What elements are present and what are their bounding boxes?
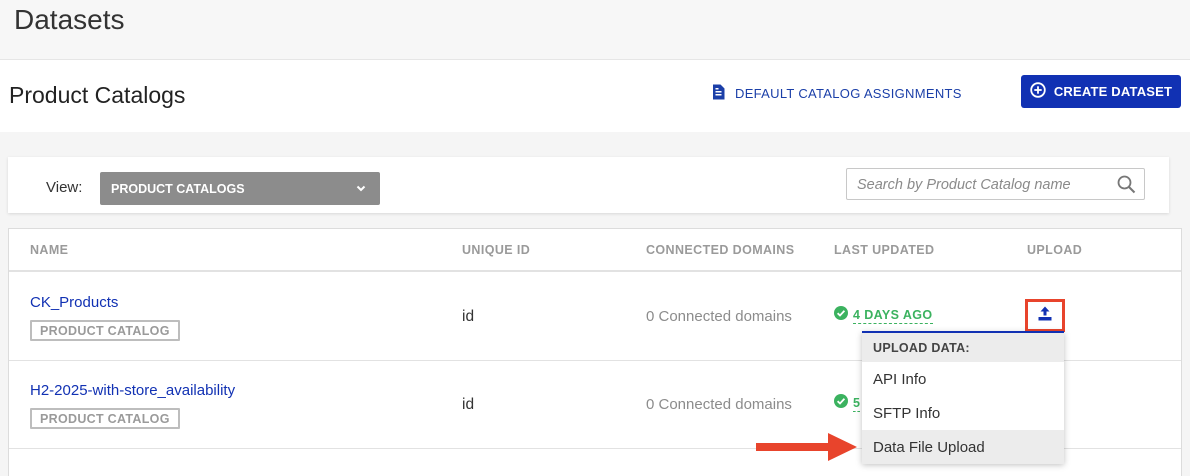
table-header: NAME UNIQUE ID CONNECTED DOMAINS LAST UP… xyxy=(9,229,1181,272)
document-icon xyxy=(712,84,725,103)
upload-data-menu: UPLOAD DATA: API Info SFTP Info Data Fil… xyxy=(862,331,1064,464)
view-label: View: xyxy=(46,179,83,196)
search-input[interactable] xyxy=(857,175,1107,195)
view-select[interactable]: PRODUCT CATALOGS xyxy=(100,172,380,205)
column-header-unique-id[interactable]: UNIQUE ID xyxy=(462,243,530,257)
last-updated-cell: 4 DAYS AGO xyxy=(834,306,933,325)
app-header: Datasets xyxy=(0,0,1190,60)
search-icon[interactable] xyxy=(1117,175,1136,199)
check-circle-icon xyxy=(834,394,848,413)
unique-id-cell: id xyxy=(462,396,475,413)
unique-id-cell: id xyxy=(462,308,475,325)
dataset-name-link[interactable]: H2-2025-with-store_availability xyxy=(30,382,235,399)
column-header-last-updated[interactable]: LAST UPDATED xyxy=(834,243,934,257)
filter-bar: View: PRODUCT CATALOGS xyxy=(8,157,1169,213)
last-updated-value[interactable]: 5 xyxy=(853,396,861,412)
dataset-type-badge: PRODUCT CATALOG xyxy=(30,320,180,341)
search-box xyxy=(846,168,1145,200)
plus-circle-icon xyxy=(1030,82,1046,101)
default-catalog-assignments-link[interactable]: DEFAULT CATALOG ASSIGNMENTS xyxy=(712,83,962,103)
connected-domains-cell: 0 Connected domains xyxy=(646,396,792,413)
column-header-connected-domains[interactable]: CONNECTED DOMAINS xyxy=(646,243,794,257)
upload-button[interactable] xyxy=(1025,299,1065,332)
upload-icon xyxy=(1037,305,1053,326)
default-catalog-assignments-label: DEFAULT CATALOG ASSIGNMENTS xyxy=(735,85,962,101)
column-header-name[interactable]: NAME xyxy=(30,243,68,257)
dataset-type-badge: PRODUCT CATALOG xyxy=(30,408,180,429)
connected-domains-cell: 0 Connected domains xyxy=(646,308,792,325)
chevron-down-icon xyxy=(356,182,366,196)
page-header: Product Catalogs DEFAULT CATALOG ASSIGNM… xyxy=(0,60,1190,132)
upload-menu-header: UPLOAD DATA: xyxy=(862,333,1064,362)
menu-item-sftp-info[interactable]: SFTP Info xyxy=(862,396,1064,430)
dataset-name-link[interactable]: CK_Products xyxy=(30,294,118,311)
arrow-right-icon xyxy=(756,432,858,467)
view-select-value: PRODUCT CATALOGS xyxy=(111,181,245,196)
create-dataset-label: CREATE DATASET xyxy=(1053,84,1173,99)
create-dataset-button[interactable]: CREATE DATASET xyxy=(1021,75,1181,108)
last-updated-cell: 5 xyxy=(834,394,861,413)
column-header-upload: UPLOAD xyxy=(1027,243,1083,257)
app-title: Datasets xyxy=(14,4,125,35)
page-title: Product Catalogs xyxy=(9,82,186,108)
menu-item-api-info[interactable]: API Info xyxy=(862,362,1064,396)
last-updated-value[interactable]: 4 DAYS AGO xyxy=(853,308,933,324)
menu-item-data-file-upload[interactable]: Data File Upload xyxy=(862,430,1064,464)
check-circle-icon xyxy=(834,306,848,325)
